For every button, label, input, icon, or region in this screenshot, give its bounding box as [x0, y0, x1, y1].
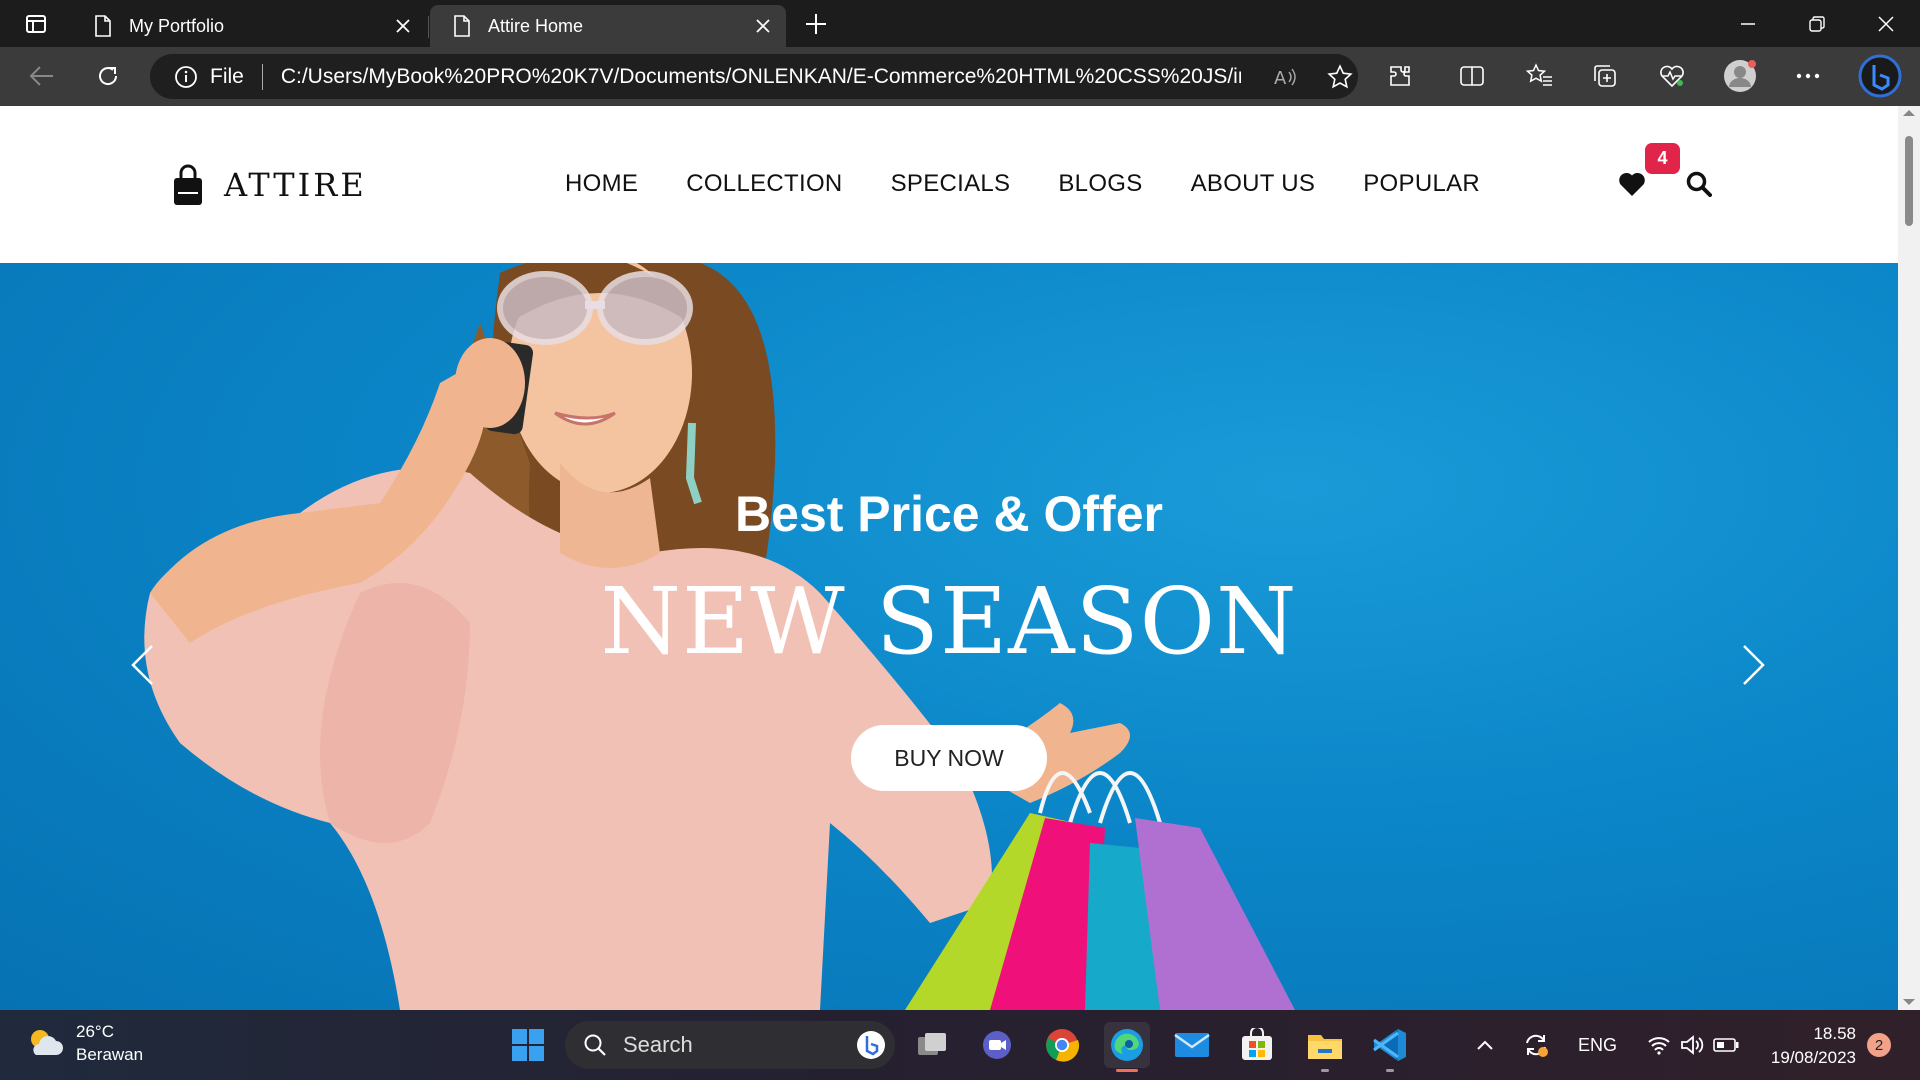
- system-tray: ENG: [1476, 1010, 1739, 1080]
- new-tab-icon[interactable]: [796, 4, 836, 44]
- collections-icon[interactable]: [1585, 56, 1625, 96]
- windows-taskbar: 26°C Berawan Search ENG 18.58 19/08/2023…: [0, 1010, 1920, 1080]
- taskbar-search-placeholder: Search: [623, 1032, 693, 1057]
- nav-specials[interactable]: SPECIALS: [891, 170, 1011, 198]
- tab-actions-icon[interactable]: [16, 4, 56, 44]
- close-window-icon[interactable]: [1866, 4, 1906, 44]
- url-text[interactable]: C:/Users/MyBook%20PRO%20K7V/Documents/ON…: [281, 65, 1241, 89]
- clock-time: 18.58: [1813, 1024, 1856, 1043]
- close-icon[interactable]: [390, 13, 416, 39]
- weather-condition: Berawan: [76, 1045, 144, 1064]
- chevron-right-icon[interactable]: [1740, 643, 1768, 687]
- nav-popular[interactable]: POPULAR: [1363, 170, 1480, 198]
- volume-icon[interactable]: [1679, 1034, 1705, 1056]
- svg-text:A: A: [1274, 68, 1287, 88]
- browser-toolbar: File C:/Users/MyBook%20PRO%20K7V/Documen…: [0, 47, 1920, 106]
- profile-icon[interactable]: [1720, 56, 1760, 96]
- weather-widget[interactable]: 26°C Berawan: [26, 1020, 143, 1066]
- back-icon[interactable]: [22, 56, 62, 96]
- address-bar[interactable]: File C:/Users/MyBook%20PRO%20K7V/Documen…: [150, 54, 1358, 99]
- tab-divider: [428, 16, 429, 38]
- hero-slider: Best Price & Offer NEW SEASON BUY NOW: [0, 263, 1898, 1010]
- browser-tab-strip: My Portfolio Attire Home: [0, 0, 1920, 47]
- web-page: ATTIRE HOME COLLECTION SPECIALS BLOGS AB…: [0, 106, 1898, 1010]
- more-icon[interactable]: [1788, 56, 1828, 96]
- main-nav: HOME COLLECTION SPECIALS BLOGS ABOUT US …: [565, 170, 1480, 198]
- tab-title: My Portfolio: [129, 15, 225, 36]
- chevron-up-icon[interactable]: [1476, 1039, 1494, 1051]
- taskbar-clock[interactable]: 18.58 19/08/2023: [1760, 1022, 1856, 1070]
- browser-essentials-icon[interactable]: [1652, 56, 1692, 96]
- refresh-icon[interactable]: [88, 56, 128, 96]
- microsoft-store-icon[interactable]: [1234, 1022, 1280, 1068]
- favorite-star-icon[interactable]: [1327, 63, 1353, 90]
- scheme-label: File: [210, 64, 244, 88]
- wishlist-count-badge: 4: [1645, 143, 1680, 174]
- taskbar-search[interactable]: Search: [565, 1021, 895, 1069]
- search-icon[interactable]: [1686, 171, 1712, 197]
- file-explorer-icon[interactable]: [1302, 1022, 1348, 1072]
- logo-text: ATTIRE: [224, 166, 367, 204]
- site-header: ATTIRE HOME COLLECTION SPECIALS BLOGS AB…: [0, 106, 1898, 263]
- info-icon[interactable]: [174, 65, 198, 89]
- bing-icon: [857, 1031, 885, 1059]
- copilot-icon[interactable]: [1858, 54, 1902, 98]
- page-icon: [454, 15, 470, 37]
- chrome-icon[interactable]: [1039, 1022, 1085, 1068]
- teams-meet-icon[interactable]: [974, 1022, 1020, 1068]
- read-aloud-icon[interactable]: A: [1273, 66, 1299, 88]
- page-scrollbar[interactable]: [1898, 106, 1920, 1010]
- edge-icon[interactable]: [1104, 1022, 1150, 1072]
- windows-start-icon[interactable]: [505, 1022, 551, 1068]
- page-icon: [95, 15, 111, 37]
- wishlist-heart-icon[interactable]: [1618, 171, 1646, 197]
- tab-my-portfolio[interactable]: My Portfolio: [71, 5, 426, 47]
- shopping-bag-icon: [174, 164, 202, 205]
- favorites-icon[interactable]: [1519, 56, 1559, 96]
- restore-icon[interactable]: [1797, 4, 1837, 44]
- language-indicator[interactable]: ENG: [1578, 1035, 1617, 1056]
- tab-attire-home[interactable]: Attire Home: [430, 5, 786, 47]
- nav-collection[interactable]: COLLECTION: [686, 170, 842, 198]
- nav-home[interactable]: HOME: [565, 170, 638, 198]
- extensions-icon[interactable]: [1380, 56, 1420, 96]
- sync-icon[interactable]: [1522, 1031, 1550, 1059]
- search-icon: [584, 1034, 606, 1056]
- url-divider: [261, 63, 263, 90]
- vscode-icon[interactable]: [1367, 1022, 1413, 1072]
- task-view-icon[interactable]: [909, 1022, 955, 1068]
- minimize-icon[interactable]: [1728, 4, 1768, 44]
- clock-date: 19/08/2023: [1770, 1048, 1856, 1067]
- weather-temp: 26°C: [76, 1022, 114, 1041]
- buy-now-button[interactable]: BUY NOW: [851, 725, 1047, 791]
- close-icon[interactable]: [750, 13, 776, 39]
- tab-title: Attire Home: [488, 15, 584, 36]
- battery-icon[interactable]: [1713, 1037, 1739, 1053]
- site-logo[interactable]: ATTIRE: [172, 164, 367, 206]
- mail-icon[interactable]: [1169, 1022, 1215, 1068]
- notification-badge[interactable]: 2: [1867, 1033, 1891, 1057]
- split-screen-icon[interactable]: [1452, 56, 1492, 96]
- nav-about-us[interactable]: ABOUT US: [1191, 170, 1316, 198]
- hero-title: NEW SEASON: [600, 568, 1298, 675]
- partly-cloudy-icon: [31, 1030, 63, 1055]
- chevron-left-icon[interactable]: [128, 643, 156, 687]
- hero-subtitle: Best Price & Offer: [735, 486, 1163, 542]
- wifi-icon[interactable]: [1647, 1035, 1671, 1055]
- nav-blogs[interactable]: BLOGS: [1058, 170, 1142, 198]
